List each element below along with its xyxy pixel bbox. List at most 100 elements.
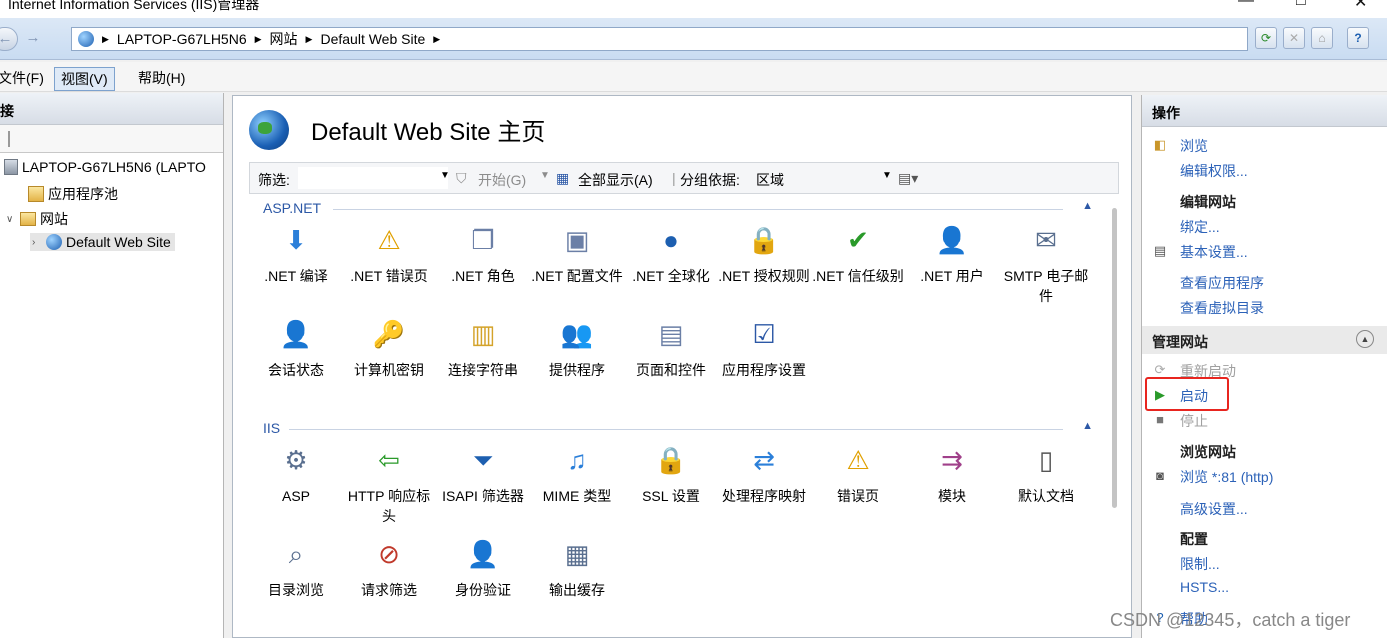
- feature-providers[interactable]: 👥 提供程序: [530, 314, 624, 380]
- sites-folder-icon: [20, 212, 36, 226]
- feature-mime-types[interactable]: ♫ MIME 类型: [530, 440, 624, 506]
- action-view-virtual-directories[interactable]: 查看虚拟目录: [1180, 298, 1264, 318]
- chevron-right-icon: ▶: [433, 33, 441, 44]
- feature-connection-strings[interactable]: ▥ 连接字符串: [436, 314, 530, 380]
- feature-net-globalization[interactable]: ● .NET 全球化: [624, 220, 718, 286]
- funnel-icon: ⛉: [456, 170, 467, 186]
- group-by-select[interactable]: 区域: [756, 170, 784, 190]
- action-stop[interactable]: 停止: [1180, 411, 1208, 431]
- minimize-icon[interactable]: —: [1238, 0, 1254, 10]
- breadcrumb-server[interactable]: LAPTOP-G67LH5N6: [117, 31, 247, 47]
- back-button[interactable]: ←: [0, 27, 18, 51]
- asp-icon: ⚙: [284, 445, 308, 475]
- filter-toolbar: 筛选: ▼ ⛉ 开始(G) ▼ ▦ 全部显示(A) | 分组依据: 区域 ▼ ▤…: [249, 162, 1119, 194]
- page-title: Default Web Site 主页: [311, 119, 546, 146]
- feature-net-profile[interactable]: ▣ .NET 配置文件: [530, 220, 624, 286]
- user-icon: 👤: [935, 225, 969, 255]
- breadcrumb-site[interactable]: Default Web Site: [320, 31, 425, 47]
- feature-smtp-email[interactable]: ✉ SMTP 电子邮件: [999, 220, 1093, 306]
- feature-http-response-headers[interactable]: ⇦ HTTP 响应标头: [342, 440, 436, 526]
- view-mode-icon[interactable]: ▤▾: [898, 170, 918, 187]
- action-view-applications[interactable]: 查看应用程序: [1180, 273, 1264, 293]
- feature-net-compilation[interactable]: ⬇ .NET 编译: [249, 220, 343, 286]
- error-page-icon: ⚠: [846, 445, 870, 475]
- auth-icon: 👤: [466, 539, 500, 569]
- feature-pages-controls[interactable]: ▤ 页面和控件: [624, 314, 718, 380]
- tree-node-app-pools[interactable]: 应用程序池: [28, 184, 118, 204]
- show-all-icon: ▦: [556, 170, 570, 186]
- feature-net-trust-levels[interactable]: ✔ .NET 信任级别: [811, 220, 905, 286]
- dropdown-arrow-icon[interactable]: ▼: [882, 170, 892, 181]
- action-advanced-settings[interactable]: 高级设置...: [1180, 499, 1248, 519]
- help-icon[interactable]: ?: [1347, 27, 1369, 49]
- menu-file[interactable]: 文件(F): [0, 67, 50, 89]
- providers-icon: 👥: [560, 319, 594, 349]
- actions-header: 操作: [1142, 95, 1387, 127]
- headers-icon: ⇦: [378, 445, 400, 475]
- feature-machine-key[interactable]: 🔑 计算机密钥: [342, 314, 436, 380]
- feature-handler-mappings[interactable]: ⇄ 处理程序映射: [717, 440, 811, 506]
- feature-error-pages[interactable]: ⚠ 错误页: [811, 440, 905, 506]
- feature-default-document[interactable]: ▯ 默认文档: [999, 440, 1093, 506]
- section-divider: [289, 429, 1063, 430]
- feature-net-roles[interactable]: ❐ .NET 角色: [436, 220, 530, 286]
- action-bindings[interactable]: 绑定...: [1180, 217, 1220, 237]
- maximize-icon[interactable]: □: [1296, 0, 1306, 10]
- breadcrumb-sites[interactable]: 网站: [270, 29, 298, 49]
- lock-icon: 🔒: [747, 225, 781, 255]
- feature-net-error-pages[interactable]: ⚠ .NET 错误页: [342, 220, 436, 286]
- dropdown-arrow-icon[interactable]: ▼: [540, 170, 550, 181]
- collapse-iis-icon[interactable]: ▲: [1082, 420, 1093, 432]
- refresh-icon[interactable]: ⟳: [1255, 27, 1277, 49]
- browse-icon: ◧: [1153, 137, 1167, 152]
- tree-node-default-site[interactable]: › Default Web Site: [30, 233, 175, 251]
- feature-session-state[interactable]: 👤 会话状态: [249, 314, 343, 380]
- feature-asp[interactable]: ⚙ ASP: [249, 440, 343, 506]
- feature-isapi-filters[interactable]: ⏷ ISAPI 筛选器: [436, 440, 530, 506]
- menu-help[interactable]: 帮助(H): [132, 67, 191, 89]
- mime-icon: ♫: [567, 445, 587, 475]
- feature-request-filtering[interactable]: ⊘ 请求筛选: [342, 534, 436, 600]
- feature-ssl-settings[interactable]: 🔒 SSL 设置: [624, 440, 718, 506]
- section-config: 配置: [1180, 531, 1208, 547]
- feature-directory-browsing[interactable]: ⌕ 目录浏览: [249, 534, 343, 600]
- cache-icon: ▦: [564, 539, 590, 569]
- error-page-icon: ⚠: [377, 225, 401, 255]
- connections-panel: 接 LAPTOP-G67LH5N6 (LAPTO 应用程序池 ∨ 网站 › De…: [0, 93, 224, 638]
- lock-icon: 🔒: [654, 445, 688, 475]
- tree-node-sites[interactable]: ∨ 网站: [6, 209, 68, 229]
- feature-net-users[interactable]: 👤 .NET 用户: [905, 220, 999, 286]
- action-browse-81[interactable]: 浏览 *:81 (http): [1180, 467, 1273, 487]
- chevron-right-icon[interactable]: ›: [32, 237, 44, 248]
- address-bar[interactable]: ▶ LAPTOP-G67LH5N6 ▶ 网站 ▶ Default Web Sit…: [71, 27, 1248, 51]
- action-hsts[interactable]: HSTS...: [1180, 579, 1229, 595]
- close-icon[interactable]: ✕: [1354, 0, 1367, 12]
- stop-icon[interactable]: ✕: [1283, 27, 1305, 49]
- collapse-icon[interactable]: ▲: [1356, 330, 1374, 348]
- home-icon[interactable]: ⌂: [1311, 27, 1333, 49]
- modules-icon: ⇉: [941, 445, 963, 475]
- feature-net-authorization[interactable]: 🔒 .NET 授权规则: [717, 220, 811, 286]
- filter-input[interactable]: [298, 167, 448, 189]
- feature-modules[interactable]: ⇉ 模块: [905, 440, 999, 506]
- dropdown-arrow-icon[interactable]: ▼: [440, 170, 450, 181]
- globe-icon: [249, 110, 289, 150]
- action-browse[interactable]: 浏览: [1180, 136, 1208, 156]
- menu-view[interactable]: 视图(V): [54, 67, 115, 91]
- feature-authentication[interactable]: 👤 身份验证: [436, 534, 530, 600]
- database-icon: ▥: [470, 319, 496, 349]
- pages-icon: ▤: [658, 319, 684, 349]
- forward-button[interactable]: →: [20, 27, 46, 51]
- action-limits[interactable]: 限制...: [1180, 554, 1220, 574]
- action-edit-permissions[interactable]: 编辑权限...: [1180, 161, 1248, 181]
- chevron-down-icon[interactable]: ∨: [6, 214, 18, 225]
- start-button[interactable]: 开始(G): [478, 170, 526, 190]
- show-all-button[interactable]: 全部显示(A): [578, 170, 653, 190]
- collapse-aspnet-icon[interactable]: ▲: [1082, 200, 1093, 212]
- browse-port-icon: ◙: [1156, 468, 1164, 483]
- tree-node-server[interactable]: LAPTOP-G67LH5N6 (LAPTO: [4, 159, 206, 175]
- feature-app-settings[interactable]: ☑ 应用程序设置: [717, 314, 811, 380]
- scrollbar[interactable]: [1112, 208, 1117, 508]
- feature-output-caching[interactable]: ▦ 输出缓存: [530, 534, 624, 600]
- action-basic-settings[interactable]: 基本设置...: [1180, 242, 1248, 262]
